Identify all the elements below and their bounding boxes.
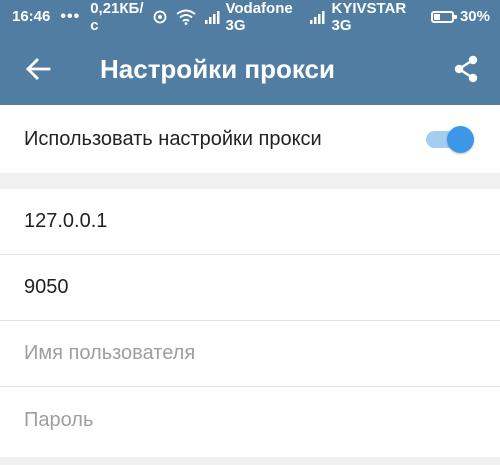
carrier-1: Vodafone 3G (225, 0, 293, 34)
use-proxy-label: Использовать настройки прокси (24, 127, 322, 150)
signal-icon (204, 10, 222, 24)
page-title: Настройки прокси (100, 53, 335, 84)
server-field-row (0, 189, 500, 255)
server-input[interactable] (24, 210, 476, 233)
username-field-row (0, 321, 500, 387)
battery-icon (430, 10, 458, 23)
password-field-row (0, 387, 500, 453)
status-bar: 16:46 ••• 0,21КБ/с Vodafone 3G KYIVSTAR … (0, 0, 500, 34)
username-input[interactable] (24, 342, 476, 365)
password-input[interactable] (24, 408, 476, 432)
carrier-2: KYIVSTAR 3G (331, 0, 407, 34)
port-field-row (0, 255, 500, 321)
proxy-fields (0, 189, 500, 457)
status-time: 16:46 (12, 8, 51, 25)
port-input[interactable] (24, 276, 476, 299)
network-speed: 0,21КБ/с (90, 0, 144, 34)
battery-fill (433, 13, 440, 20)
status-bar-right: KYIVSTAR 3G 30% (309, 0, 490, 34)
notification-dots: ••• (60, 7, 81, 25)
use-proxy-row[interactable]: Использовать настройки прокси (0, 105, 500, 173)
use-proxy-switch[interactable] (424, 124, 476, 154)
share-button[interactable] (436, 33, 496, 105)
switch-thumb (447, 126, 474, 153)
toolbar: Настройки прокси (0, 33, 500, 105)
wifi-icon (175, 9, 196, 25)
back-button[interactable] (0, 33, 76, 105)
section-divider (0, 173, 500, 189)
arrow-back-icon (26, 58, 51, 80)
signal-icon (309, 10, 327, 24)
share-icon (454, 55, 478, 83)
battery-percent: 30% (459, 8, 490, 25)
sync-icon (152, 9, 168, 25)
status-bar-left: 16:46 ••• 0,21КБ/с Vodafone 3G (12, 0, 309, 34)
